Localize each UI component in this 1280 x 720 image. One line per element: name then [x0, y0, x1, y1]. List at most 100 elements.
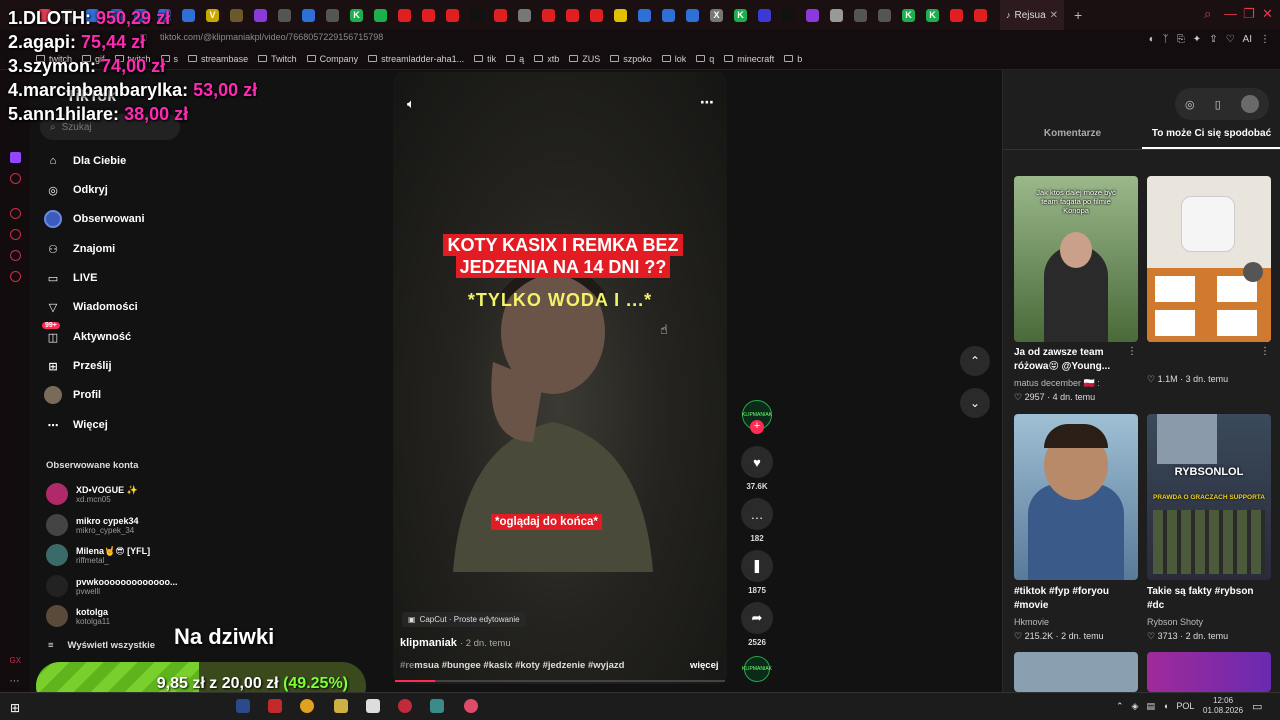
ai-icon[interactable]: AI	[1243, 34, 1252, 45]
recommended-thumbnail[interactable]	[1147, 176, 1271, 342]
tab-icon-34[interactable]	[830, 8, 843, 22]
tab-icon-27[interactable]	[662, 8, 675, 22]
recommended-author[interactable]: matus december 🇵🇱 :	[1014, 378, 1100, 389]
tab-icon-11[interactable]	[278, 8, 291, 22]
recommended-title[interactable]: Ja od zawsze team różowa😝 @Young...	[1014, 346, 1132, 374]
tab-icon-35[interactable]	[854, 8, 867, 22]
extensions-icon[interactable]: ✦	[1193, 34, 1201, 45]
recommended-author[interactable]: Hkmovie	[1014, 617, 1049, 627]
compass-icon[interactable]: ◎	[1185, 98, 1195, 111]
recommended-title[interactable]: Takie są fakty #rybson #dc	[1147, 585, 1265, 613]
network-icon[interactable]: ▤	[1146, 701, 1155, 712]
tab-icon-37[interactable]: K	[902, 8, 915, 22]
kebab-icon[interactable]: ⋮	[1127, 346, 1137, 357]
recommended-thumbnail[interactable]	[1014, 414, 1138, 580]
tab-icon-40[interactable]	[974, 8, 987, 22]
taskbar-app-icon[interactable]	[366, 699, 380, 713]
tray-app-icon[interactable]: ◈	[1132, 701, 1139, 712]
recommended-thumbnail[interactable]: RYBSONLOL PRAWDA O GRACZACH SUPPORTA	[1147, 414, 1271, 580]
previous-video-button[interactable]: ⌃	[960, 346, 990, 376]
bookmarks-sidebar-icon[interactable]	[9, 250, 21, 261]
heart-icon[interactable]: ♡	[1226, 34, 1235, 45]
tab-icon-15[interactable]	[374, 8, 387, 22]
tab-icon-8[interactable]: V	[206, 8, 219, 22]
tab-icon-31[interactable]	[758, 8, 771, 22]
minimize-icon[interactable]: —	[1224, 6, 1237, 21]
tab-icon-10[interactable]	[254, 8, 267, 22]
tab-icon-19[interactable]	[470, 8, 483, 22]
player-sidebar-icon[interactable]	[9, 208, 21, 219]
taskbar-chrome-icon[interactable]	[300, 699, 314, 713]
tray-chevron-icon[interactable]: ⌃	[1116, 701, 1124, 712]
windows-start-icon[interactable]: ⊞	[10, 701, 20, 715]
followed-account[interactable]: pvwkooooooooooooo... pvwelll	[46, 575, 177, 597]
user-avatar[interactable]	[1240, 95, 1259, 113]
share-icon[interactable]: ⇪	[1209, 34, 1217, 45]
followed-account[interactable]: Milena🤘😎 [YFL] riffmetal_	[46, 544, 150, 566]
taskbar-app-icon[interactable]	[464, 699, 478, 713]
comment-button[interactable]: … 182	[740, 498, 774, 543]
maximize-icon[interactable]: ❐	[1243, 6, 1255, 22]
followed-account[interactable]: kotolga kotolga11	[46, 605, 110, 627]
followed-account[interactable]: mikro cypek34 mikro_cypek_34	[46, 514, 139, 536]
close-window-icon[interactable]: ✕	[1262, 6, 1273, 22]
tab-icon-30[interactable]: K	[734, 8, 747, 22]
bookmark-item[interactable]: Twitch	[258, 54, 297, 64]
tab-icon-12[interactable]	[302, 8, 315, 22]
video-author[interactable]: klipmaniak · 2 dn. temu	[400, 637, 511, 649]
nav-for-you[interactable]: ⌂ Dla Ciebie	[44, 152, 127, 170]
menu-icon[interactable]: ⋮	[1260, 34, 1270, 45]
taskbar-clock[interactable]: 12:06 01.08.2026	[1203, 696, 1243, 716]
bookmark-item[interactable]: q	[696, 54, 714, 64]
search-tabs-icon[interactable]: ⌕	[1204, 6, 1211, 22]
recommended-thumbnail[interactable]	[1014, 652, 1138, 692]
tab-icon-23[interactable]	[566, 8, 579, 22]
percent-sidebar-icon[interactable]	[9, 173, 21, 184]
bookmark-item[interactable]: b	[784, 54, 802, 64]
tab-icon-24[interactable]	[590, 8, 603, 22]
tab-icon-26[interactable]	[638, 8, 651, 22]
gx-icon[interactable]: GX	[10, 656, 22, 667]
settings-sidebar-icon[interactable]	[9, 271, 21, 282]
tab-icon-36[interactable]	[878, 8, 891, 22]
nav-friends[interactable]: ⚇ Znajomi	[44, 240, 115, 258]
tab-icon-28[interactable]	[686, 8, 699, 22]
tab-icon-20[interactable]	[494, 8, 507, 22]
taskbar-folder-icon[interactable]	[334, 699, 348, 713]
tab-icon-17[interactable]	[422, 8, 435, 22]
tab-icon-39[interactable]	[950, 8, 963, 22]
tab-icon-32[interactable]	[782, 8, 795, 22]
tab-icon-7[interactable]	[182, 8, 195, 22]
save-button[interactable]: ❚ 1875	[740, 550, 774, 595]
twitch-sidebar-icon[interactable]	[9, 152, 21, 163]
tab-recommended[interactable]: To może Ci się spodobać	[1142, 122, 1280, 149]
tab-icon-22[interactable]	[542, 8, 555, 22]
tab-icon-21[interactable]	[518, 8, 531, 22]
notifications-icon[interactable]: ▭	[1252, 700, 1262, 713]
tab-icon-9[interactable]	[230, 8, 243, 22]
tab-icon-29[interactable]: X	[710, 8, 723, 22]
taskbar-app-icon[interactable]	[430, 699, 444, 713]
bookmark-item[interactable]: streamladder-aha1...	[368, 54, 464, 64]
nav-live[interactable]: ▭ LIVE	[44, 269, 98, 287]
nav-following[interactable]: Obserwowani	[44, 210, 145, 228]
language-indicator[interactable]: POL	[1176, 701, 1194, 712]
capcut-badge[interactable]: ▣ CapCut · Proste edytowanie	[402, 612, 526, 627]
like-button[interactable]: ♥ 37.6K	[740, 446, 774, 491]
share-button[interactable]: ➦ 2526	[740, 602, 774, 647]
active-tab[interactable]: ♪ Rejsua ✕	[1000, 0, 1065, 30]
speaker-icon[interactable]: ◖	[1163, 701, 1168, 712]
close-tab-icon[interactable]: ✕	[1050, 10, 1058, 21]
snapshot-icon[interactable]: ⎘	[1177, 34, 1185, 45]
show-all-button[interactable]: ≡ Wyświetl wszystkie	[48, 640, 155, 651]
tab-icon-14[interactable]: K	[350, 8, 363, 22]
follow-plus-icon[interactable]: +	[750, 420, 764, 434]
bookmark-item[interactable]: ZUS	[569, 54, 600, 64]
tab-icon-38[interactable]: K	[926, 8, 939, 22]
tab-icon-13[interactable]	[326, 8, 339, 22]
kebab-icon[interactable]: ⋮	[1260, 346, 1270, 357]
tab-icon-18[interactable]	[446, 8, 459, 22]
tab-comments[interactable]: Komentarze	[1003, 122, 1142, 149]
recommended-thumbnail[interactable]: Jak ktoś dalej może być team fagata po f…	[1014, 176, 1138, 342]
tab-icon-25[interactable]	[614, 8, 627, 22]
